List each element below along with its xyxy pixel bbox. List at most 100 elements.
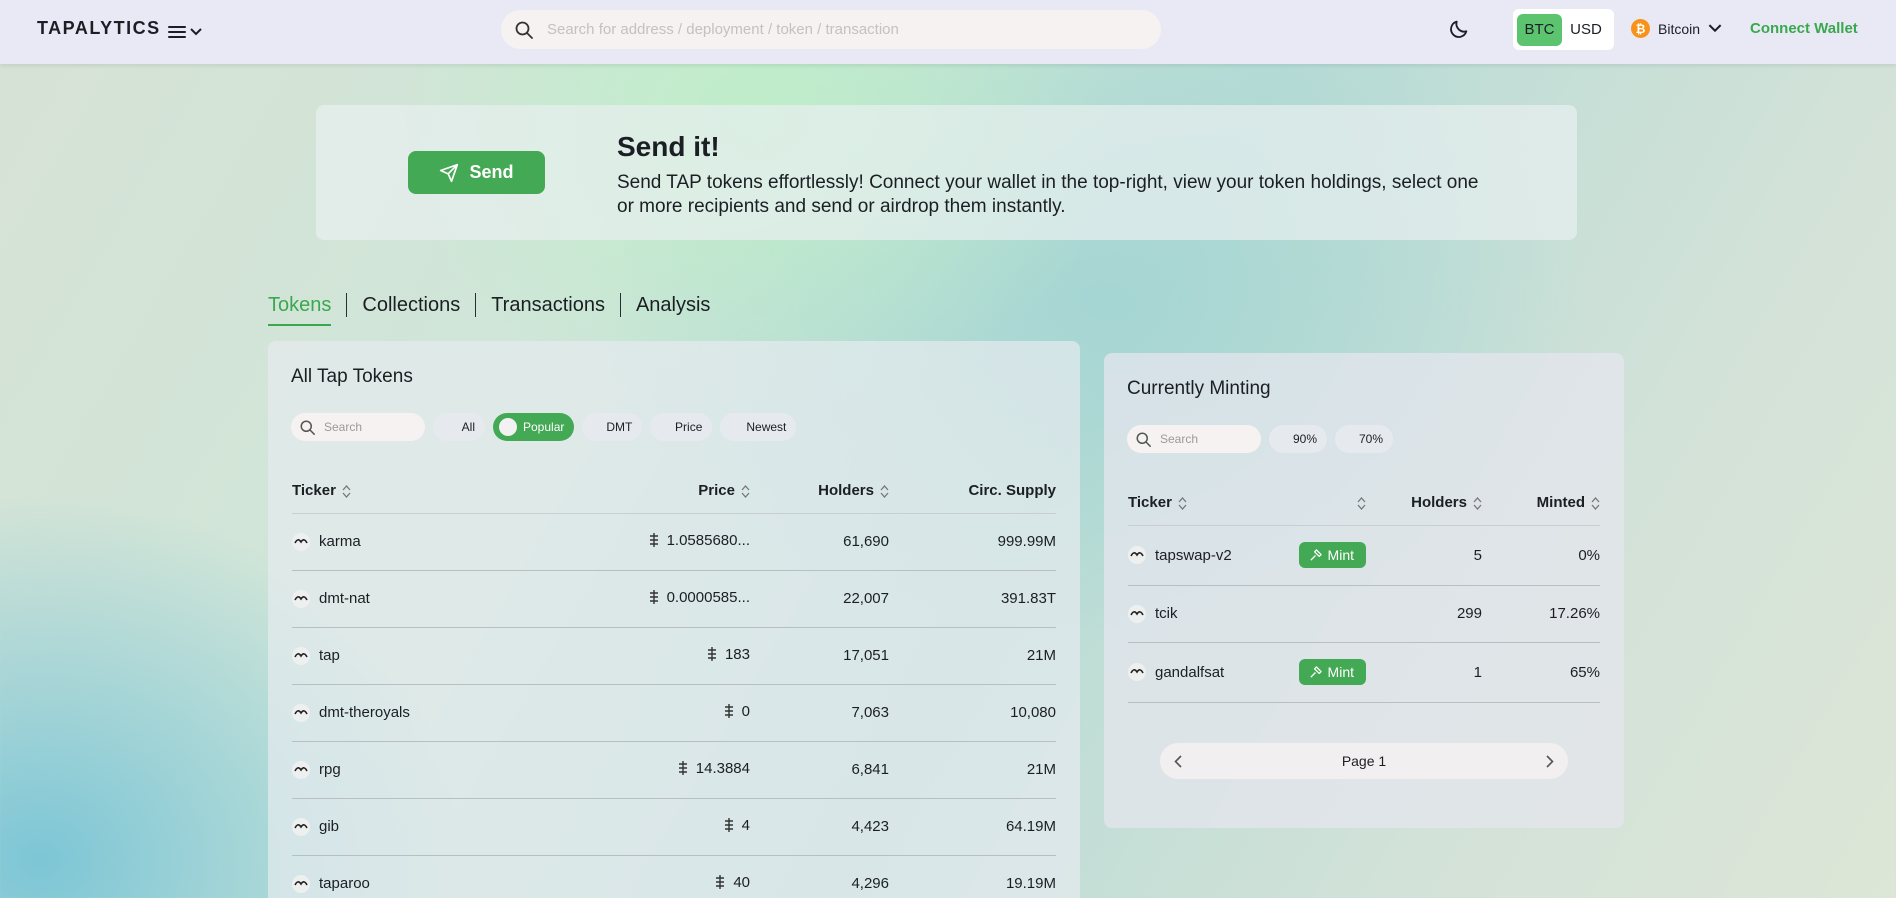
- menu-button[interactable]: [168, 20, 208, 44]
- ticker-cell[interactable]: tcik: [1128, 585, 1288, 643]
- filter-70-percent[interactable]: 70%: [1335, 425, 1393, 453]
- table-row[interactable]: karma 1.0585680... 61,690 999.99M: [292, 513, 1056, 571]
- mint-button[interactable]: Mint: [1298, 542, 1366, 568]
- main-tabs: Tokens Collections Transactions Analysis: [268, 293, 725, 326]
- column-header-mint[interactable]: [1288, 481, 1366, 525]
- minting-filters: 90% 70%: [1127, 425, 1393, 453]
- token-search-input[interactable]: [324, 413, 414, 441]
- holders-cell: 61,690: [750, 513, 889, 571]
- ticker-cell[interactable]: tapswap-v2: [1128, 525, 1288, 586]
- send-button[interactable]: Send: [408, 151, 545, 194]
- column-header-minted[interactable]: Minted: [1482, 481, 1600, 525]
- mint-cell: Mint: [1288, 642, 1366, 703]
- table-row[interactable]: taparoo 40 4,296 19.19M: [292, 855, 1056, 898]
- tap-currency-icon: [724, 704, 733, 719]
- tab-analysis[interactable]: Analysis: [621, 294, 725, 317]
- hamburger-icon: [168, 26, 186, 38]
- minting-table-body: tapswap-v2 Mint 5 0% tcik 299 17.26% gandalfsat…: [1128, 525, 1600, 703]
- column-header-ticker[interactable]: Ticker: [1128, 481, 1288, 525]
- minting-table: Ticker Holders Minted tapswap-v2 Mint 5 0% t…: [1128, 481, 1600, 703]
- next-page-button[interactable]: [1546, 754, 1554, 768]
- global-search-input[interactable]: [547, 10, 1147, 49]
- minting-search[interactable]: [1127, 425, 1261, 453]
- mint-hammer-icon: [1309, 665, 1322, 678]
- ticker-cell[interactable]: tap: [292, 627, 602, 685]
- token-icon: [292, 874, 310, 893]
- network-selector[interactable]: ₿ Bitcoin: [1631, 19, 1722, 38]
- paper-plane-icon: [440, 163, 459, 182]
- column-header-circ-supply[interactable]: Circ. Supply: [889, 469, 1056, 513]
- holders-cell: 7,063: [750, 684, 889, 742]
- minted-cell: 17.26%: [1482, 585, 1600, 643]
- bitcoin-icon: ₿: [1631, 19, 1650, 38]
- ticker-name: tap: [319, 647, 340, 664]
- token-icon: [1128, 546, 1146, 564]
- connect-wallet-button[interactable]: Connect Wallet: [1750, 20, 1858, 37]
- global-search[interactable]: [501, 10, 1161, 49]
- price-cell: 14.3884: [602, 741, 750, 799]
- chevron-down-icon: [190, 28, 202, 36]
- table-row[interactable]: dmt-nat 0.0000585... 22,007 391.83T: [292, 570, 1056, 628]
- holders-cell: 1: [1366, 642, 1482, 703]
- filter-all[interactable]: All: [433, 413, 485, 441]
- token-icon: [292, 589, 310, 608]
- table-row[interactable]: dmt-theroyals 0 7,063 10,080: [292, 684, 1056, 742]
- price-value: 0: [741, 702, 750, 720]
- filter-newest[interactable]: Newest: [720, 413, 797, 441]
- column-header-price[interactable]: Price: [602, 469, 750, 513]
- tab-tokens[interactable]: Tokens: [268, 294, 346, 326]
- price-value: 0.0000585...: [666, 588, 750, 606]
- price-cell: 183: [602, 627, 750, 685]
- app-logo[interactable]: TAPALYTICS: [37, 18, 161, 39]
- tab-collections[interactable]: Collections: [347, 294, 475, 317]
- token-icon: [292, 532, 310, 551]
- supply-cell: 64.19M: [889, 798, 1056, 856]
- tap-currency-icon: [724, 818, 733, 833]
- tap-currency-icon: [707, 647, 716, 662]
- table-row[interactable]: tap 183 17,051 21M: [292, 627, 1056, 685]
- ticker-cell[interactable]: gib: [292, 798, 602, 856]
- ticker-name: karma: [319, 533, 361, 550]
- mint-cell: Mint: [1288, 525, 1366, 586]
- column-header-holders[interactable]: Holders: [750, 469, 889, 513]
- ticker-cell[interactable]: rpg: [292, 741, 602, 799]
- ticker-name: tapswap-v2: [1155, 546, 1232, 564]
- filter-popular-label: Popular: [523, 420, 565, 434]
- sort-icon: [1473, 496, 1482, 510]
- tab-transactions[interactable]: Transactions: [476, 294, 620, 317]
- currency-usd-button[interactable]: USD: [1562, 14, 1610, 46]
- mint-button-label: Mint: [1327, 547, 1354, 563]
- table-row[interactable]: tcik 299 17.26%: [1128, 585, 1600, 643]
- table-row[interactable]: gib 4 4,423 64.19M: [292, 798, 1056, 856]
- token-search[interactable]: [291, 413, 425, 441]
- token-icon: [1128, 604, 1146, 623]
- token-icon: [292, 703, 310, 722]
- filter-price[interactable]: Price: [650, 413, 713, 441]
- mint-button[interactable]: Mint: [1298, 659, 1366, 685]
- table-row[interactable]: tapswap-v2 Mint 5 0%: [1128, 525, 1600, 586]
- sort-icon: [1178, 496, 1187, 510]
- ticker-cell[interactable]: gandalfsat: [1128, 642, 1288, 703]
- ticker-cell[interactable]: dmt-theroyals: [292, 684, 602, 742]
- table-row[interactable]: rpg 14.3884 6,841 21M: [292, 741, 1056, 799]
- filter-dmt[interactable]: DMT: [582, 413, 643, 441]
- price-value: 1.0585680...: [666, 531, 750, 549]
- tap-currency-icon: [649, 590, 658, 605]
- price-cell: 0.0000585...: [602, 570, 750, 628]
- dark-mode-moon-icon[interactable]: [1448, 18, 1470, 40]
- ticker-cell[interactable]: dmt-nat: [292, 570, 602, 628]
- column-header-ticker[interactable]: Ticker: [292, 469, 602, 513]
- currency-btc-button[interactable]: BTC: [1517, 13, 1562, 46]
- ticker-cell[interactable]: karma: [292, 513, 602, 571]
- column-header-holders[interactable]: Holders: [1366, 481, 1482, 525]
- supply-cell: 21M: [889, 627, 1056, 685]
- filter-90-percent[interactable]: 90%: [1269, 425, 1327, 453]
- minting-search-input[interactable]: [1160, 425, 1250, 453]
- price-value: 14.3884: [695, 759, 750, 777]
- ticker-cell[interactable]: taparoo: [292, 855, 602, 898]
- filter-popular[interactable]: Popular: [493, 413, 575, 441]
- prev-page-button[interactable]: [1174, 754, 1182, 768]
- holders-cell: 4,423: [750, 798, 889, 856]
- pagination: Page 1: [1160, 743, 1568, 779]
- table-row[interactable]: gandalfsat Mint 1 65%: [1128, 642, 1600, 703]
